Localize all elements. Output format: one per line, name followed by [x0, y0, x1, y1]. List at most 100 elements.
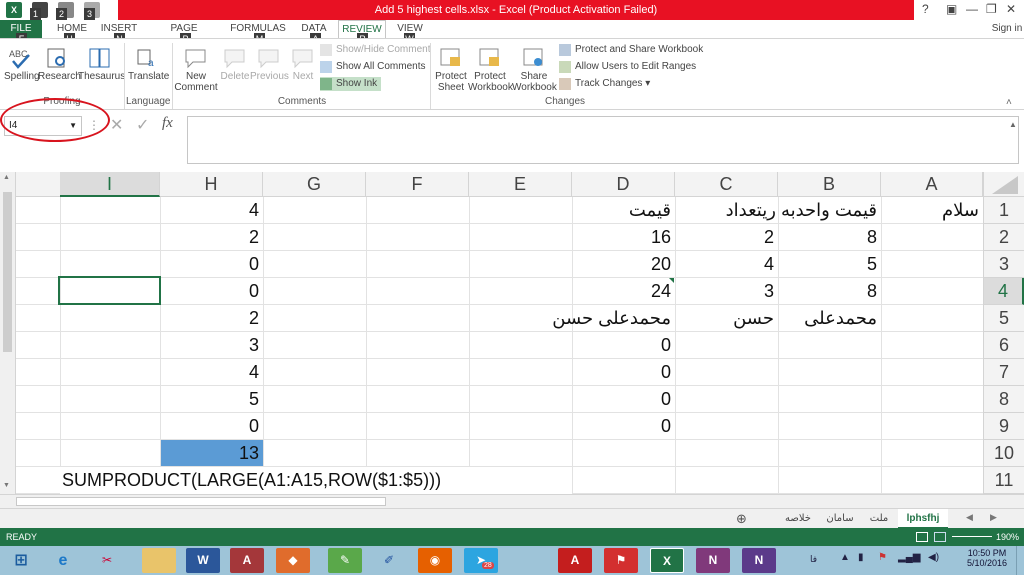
research-button[interactable]: Research — [38, 47, 81, 82]
cell-b2[interactable]: 8 — [778, 224, 881, 251]
paint-icon[interactable]: ✎ — [328, 548, 362, 573]
thesaurus-button[interactable]: Thesaurus — [78, 47, 125, 82]
protect-workbook-button[interactable]: Protect Workbook — [468, 47, 513, 93]
cell-h5[interactable]: 2 — [160, 305, 263, 332]
sheet-tab-mellat[interactable]: ملت — [862, 509, 896, 529]
normal-view-icon[interactable] — [916, 532, 928, 542]
close-icon[interactable]: ✕ — [1006, 2, 1016, 16]
cell-d9[interactable]: 0 — [572, 413, 675, 440]
cell-h1[interactable]: 4 — [160, 197, 263, 224]
spelling-button[interactable]: ABC Spelling — [4, 47, 40, 82]
help-button[interactable]: ? — [922, 2, 929, 16]
cell-h9[interactable]: 0 — [160, 413, 263, 440]
visual-studio-icon[interactable]: ◆ — [276, 548, 310, 573]
track-changes-button[interactable]: Track Changes ▾ — [559, 77, 650, 91]
share-workbook-button[interactable]: Share Workbook — [512, 47, 557, 93]
column-header-e[interactable]: E — [469, 172, 572, 197]
cell-h10[interactable]: 13 — [160, 440, 263, 467]
internet-explorer-icon[interactable]: e — [46, 548, 80, 573]
zoom-level[interactable]: 190% — [996, 528, 1019, 546]
cancel-icon[interactable]: ✕ — [110, 115, 123, 135]
onenote-clip-icon[interactable]: N — [742, 548, 776, 573]
cell-h7[interactable]: 4 — [160, 359, 263, 386]
cell-c2[interactable]: 2 — [675, 224, 778, 251]
zoom-slider[interactable] — [952, 536, 992, 537]
cell-d8[interactable]: 0 — [572, 386, 675, 413]
cell-d2[interactable]: 16 — [572, 224, 675, 251]
protect-sheet-button[interactable]: Protect Sheet — [434, 47, 468, 93]
scroll-down-icon[interactable]: ▼ — [3, 482, 10, 489]
onenote-icon[interactable]: N — [696, 548, 730, 573]
row-header-2[interactable]: 2 — [983, 224, 1024, 251]
cell-i11-formula-text[interactable]: SUMPRODUCT(LARGE(A1:A15,ROW($1:$5))) — [60, 467, 572, 494]
scroll-up-icon[interactable]: ▲ — [3, 174, 10, 181]
network-icon[interactable]: ▮ — [858, 552, 864, 563]
column-header-c[interactable]: C — [675, 172, 778, 197]
access-icon[interactable]: A — [230, 548, 264, 573]
previous-comment-button[interactable]: Previous — [250, 47, 289, 82]
cell-h2[interactable]: 2 — [160, 224, 263, 251]
sheet-tab-lphsfhj[interactable]: lphsfhj — [898, 509, 948, 529]
cell-h8[interactable]: 5 — [160, 386, 263, 413]
new-sheet-icon[interactable]: ⊕ — [736, 511, 747, 527]
cell-d4[interactable]: 24 — [572, 278, 675, 305]
cell-c4[interactable]: 3 — [675, 278, 778, 305]
allow-users-edit-ranges-button[interactable]: Allow Users to Edit Ranges — [559, 60, 696, 74]
protect-share-workbook-button[interactable]: Protect and Share Workbook — [559, 43, 703, 57]
cell-d6[interactable]: 0 — [572, 332, 675, 359]
snipping-tool-icon[interactable]: ✂ — [90, 548, 124, 573]
autocad-icon[interactable]: A — [558, 548, 592, 573]
ribbon-display-options-icon[interactable]: ▣ — [946, 2, 957, 16]
cell-d1[interactable]: قيمت — [572, 197, 675, 224]
sheet-tab-saman[interactable]: سامان — [820, 509, 860, 529]
cell-c5[interactable]: حسن — [675, 305, 778, 332]
restore-icon[interactable]: ❐ — [986, 2, 997, 16]
clock[interactable]: 10:50 PM 5/10/2016 — [966, 548, 1008, 568]
row-header-3[interactable]: 3 — [983, 251, 1024, 278]
expand-formula-bar-icon[interactable]: ▲ — [1009, 120, 1017, 129]
cell-d7[interactable]: 0 — [572, 359, 675, 386]
new-comment-button[interactable]: New Comment — [174, 47, 218, 93]
column-header-i[interactable]: I — [60, 172, 160, 197]
show-hidden-icons-icon[interactable]: ▲ — [840, 552, 850, 563]
cell-d5[interactable]: محمدعلی حسن — [552, 305, 675, 332]
notepad-icon[interactable]: ✐ — [372, 548, 406, 573]
column-header-h[interactable]: H — [160, 172, 263, 197]
input-language[interactable]: فا — [810, 554, 817, 565]
volume-icon[interactable]: ◀) — [928, 552, 939, 563]
show-hide-comment-button[interactable]: Show/Hide Comment — [320, 43, 430, 57]
show-ink-button[interactable]: Show Ink — [320, 77, 382, 91]
row-header-7[interactable]: 7 — [983, 359, 1024, 386]
row-header-10[interactable]: 10 — [983, 440, 1024, 467]
word-icon[interactable]: W — [186, 548, 220, 573]
cell-b4[interactable]: 8 — [778, 278, 881, 305]
sign-in-link[interactable]: Sign in — [990, 20, 1024, 38]
column-header-b[interactable]: B — [778, 172, 881, 197]
row-header-6[interactable]: 6 — [983, 332, 1024, 359]
cell-d3[interactable]: 20 — [572, 251, 675, 278]
worksheet-grid[interactable]: I H G F E D C B A 1 2 3 4 5 6 7 8 9 10 1… — [0, 172, 1024, 494]
telegram-icon[interactable]: ➤ — [464, 548, 498, 573]
sheet-scroll-left-icon[interactable]: ◀ — [966, 512, 973, 523]
scroll-thumb[interactable] — [3, 192, 12, 352]
sheet-tab-khulase[interactable]: خلاصه — [778, 509, 818, 529]
next-comment-button[interactable]: Next — [290, 47, 316, 82]
selected-cell-i4[interactable] — [58, 276, 161, 305]
enter-icon[interactable]: ✓ — [136, 115, 149, 135]
file-explorer-icon[interactable] — [142, 548, 176, 573]
minimize-icon[interactable]: — — [966, 2, 978, 16]
insert-function-button[interactable]: fx — [162, 115, 173, 132]
row-header-5[interactable]: 5 — [983, 305, 1024, 332]
cell-h3[interactable]: 0 — [160, 251, 263, 278]
row-header-11[interactable]: 11 — [983, 467, 1024, 494]
column-header-g[interactable]: G — [263, 172, 366, 197]
horizontal-scrollbar[interactable] — [16, 497, 386, 506]
sheet-scroll-right-icon[interactable]: ▶ — [990, 512, 997, 523]
row-header-1[interactable]: 1 — [983, 197, 1024, 224]
start-button-icon[interactable]: ⊞ — [4, 548, 38, 573]
translate-button[interactable]: a Translate — [128, 47, 169, 82]
cell-h4[interactable]: 0 — [160, 278, 263, 305]
row-header-4[interactable]: 4 — [983, 278, 1024, 305]
row-header-9[interactable]: 9 — [983, 413, 1024, 440]
vertical-scrollbar[interactable]: ▲ ▼ — [0, 172, 16, 494]
